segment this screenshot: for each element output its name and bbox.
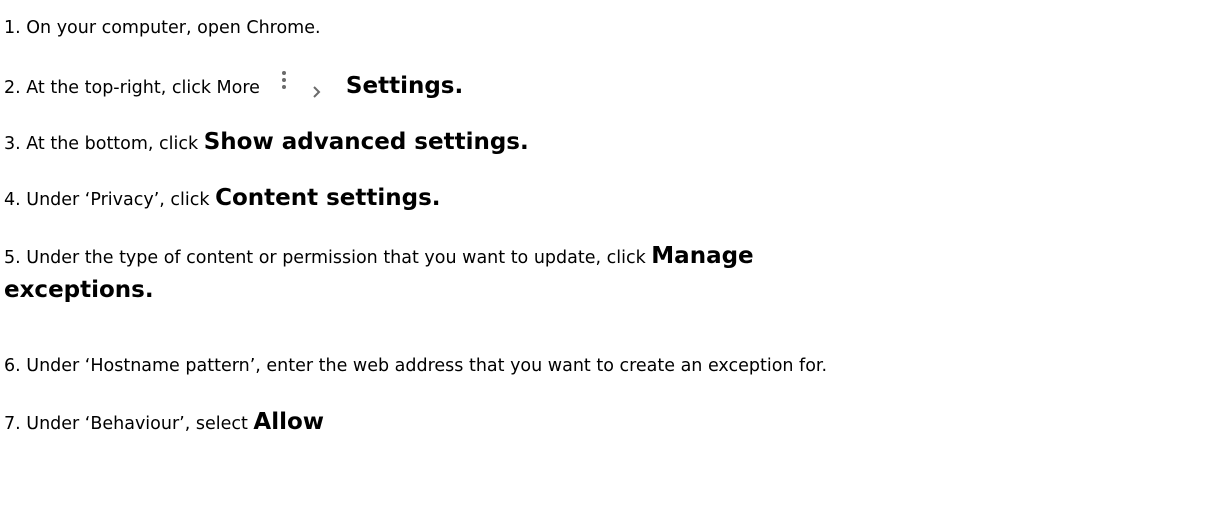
step-6: 6. Under ‘Hostname pattern’, enter the w… — [4, 346, 827, 386]
step-2-text: 2. At the top-right, click More — [4, 78, 260, 98]
step-1: 1. On your computer, open Chrome. — [4, 8, 321, 48]
step-4-bold: Content settings. — [215, 185, 441, 211]
more-vert-icon — [280, 71, 288, 93]
step-3-text: 3. At the bottom, click — [4, 134, 204, 154]
step-7-text: 7. Under ‘Behaviour’, select — [4, 414, 254, 434]
step-7-bold: Allow — [253, 409, 325, 435]
step-5-text: 5. Under the type of content or permissi… — [4, 248, 652, 268]
step-4: 4. Under ‘Privacy’, click Content settin… — [4, 178, 441, 220]
step-2: 2. At the top-right, click More Settings. — [4, 66, 463, 108]
step-3: 3. At the bottom, click Show advanced se… — [4, 122, 529, 164]
step-3-bold: Show advanced settings. — [203, 129, 529, 155]
step-7: 7. Under ‘Behaviour’, select Allow — [4, 402, 324, 444]
step-4-text: 4. Under ‘Privacy’, click — [4, 190, 216, 210]
step-2-bold: Settings. — [345, 73, 464, 99]
chevron-right-icon — [312, 74, 322, 98]
step-1-text: 1. On your computer, open Chrome. — [4, 18, 321, 38]
step-6-text: 6. Under ‘Hostname pattern’, enter the w… — [4, 356, 828, 376]
step-5: 5. Under the type of content or permissi… — [4, 240, 904, 308]
